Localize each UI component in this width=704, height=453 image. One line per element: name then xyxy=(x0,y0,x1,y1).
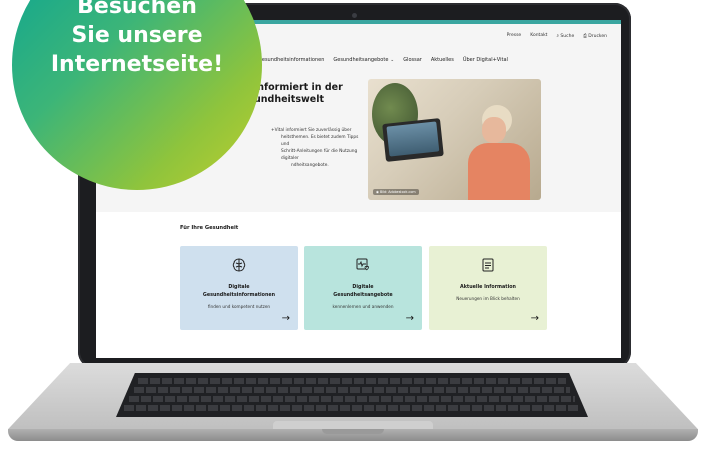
nav-drucken[interactable]: ⎙ Drucken xyxy=(583,33,607,39)
health-section: Für Ihre Gesundheit Digitale Gesundheits… xyxy=(96,212,621,358)
nav-ueber[interactable]: Über Digital+Vital xyxy=(463,57,508,63)
utility-nav: Presse Kontakt ⌕ Suche ⎙ Drucken xyxy=(507,33,607,39)
card-subtitle: kennenlernen und anwenden xyxy=(332,304,394,309)
nav-kontakt[interactable]: Kontakt xyxy=(530,33,547,39)
brain-icon xyxy=(231,257,247,273)
search-icon: ⌕ xyxy=(556,34,559,39)
section-title: Für Ihre Gesundheit xyxy=(180,225,239,231)
card-subtitle: Neuerungen im Blick behalten xyxy=(456,296,520,301)
card-subtitle: finden und kompetent nutzen xyxy=(207,304,271,309)
arrow-right-icon[interactable]: → xyxy=(282,314,290,324)
person-graphic xyxy=(468,105,530,200)
keyboard xyxy=(116,373,588,417)
arrow-right-icon[interactable]: → xyxy=(531,314,539,324)
tablet-graphic xyxy=(382,118,444,162)
nav-suche[interactable]: ⌕ Suche xyxy=(556,33,574,39)
card-gesundheitsinformationen[interactable]: Digitale Gesundheitsinformationen finden… xyxy=(180,246,298,330)
print-icon: ⎙ xyxy=(583,34,587,39)
arrow-right-icon[interactable]: → xyxy=(406,314,414,324)
nav-gesundheitsangebote[interactable]: Gesundheitsangebote ⌄ xyxy=(333,57,394,63)
hero-photo: ◉ Bild: Adobestock.com xyxy=(368,79,541,200)
nav-aktuelles[interactable]: Aktuelles xyxy=(431,57,454,63)
laptop-base xyxy=(8,363,698,443)
nav-gesundheitsinformationen[interactable]: Gesundheitsinformationen xyxy=(258,57,324,63)
card-title: Aktuelle Information xyxy=(460,285,516,290)
card-title: Digitale Gesundheitsinformationen xyxy=(202,285,276,298)
card-title: Digitale Gesundheitsangebote xyxy=(333,285,393,298)
nav-presse[interactable]: Presse xyxy=(507,33,522,39)
promo-badge-text: Besuchen Sie unsere Internetseite! xyxy=(50,0,224,77)
nav-glossar[interactable]: Glossar xyxy=(403,57,422,63)
camera-icon xyxy=(352,13,357,18)
chevron-down-icon: ⌄ xyxy=(390,58,395,63)
photo-caption: ◉ Bild: Adobestock.com xyxy=(373,189,419,195)
main-nav: Gesundheitsinformationen Gesundheitsange… xyxy=(258,57,508,63)
card-gesundheitsangebote[interactable]: Digitale Gesundheitsangebote kennenlerne… xyxy=(304,246,422,330)
device-heart-icon xyxy=(355,257,371,273)
document-icon xyxy=(480,257,496,273)
card-aktuelle-information[interactable]: Aktuelle Information Neuerungen im Blick… xyxy=(429,246,547,330)
